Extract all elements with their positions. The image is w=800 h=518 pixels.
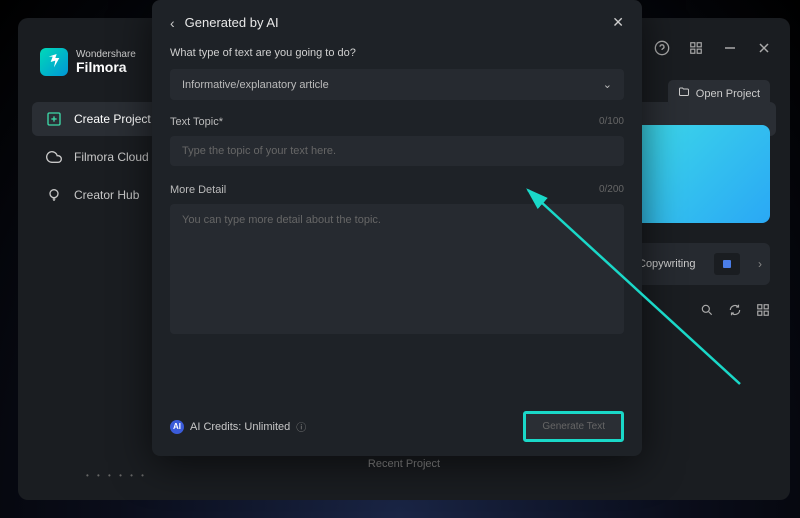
search-icon[interactable] — [700, 303, 714, 317]
ai-badge-icon: AI — [170, 420, 184, 434]
chevron-right-icon: › — [758, 257, 762, 271]
text-type-select[interactable]: Informative/explanatory article ⌄ — [170, 69, 624, 100]
grid-icon[interactable] — [688, 40, 704, 56]
back-icon[interactable]: ‹ — [170, 15, 175, 31]
close-icon[interactable]: ✕ — [612, 14, 624, 31]
select-value: Informative/explanatory article — [182, 79, 329, 91]
minimize-icon[interactable] — [722, 40, 738, 56]
grid-view-icon[interactable] — [756, 303, 770, 317]
chevron-down-icon: ⌄ — [603, 78, 612, 91]
bulb-icon — [46, 187, 62, 203]
close-window-icon[interactable] — [756, 40, 772, 56]
copywriting-card[interactable]: Copywriting › — [630, 243, 770, 285]
sidebar-item-label: Filmora Cloud — [74, 150, 149, 164]
folder-icon — [678, 86, 690, 101]
logo-icon — [40, 48, 68, 76]
open-project-label: Open Project — [696, 88, 760, 100]
credits-info: AI AI Credits: Unlimited ⓘ — [170, 419, 306, 434]
detail-count: 0/200 — [599, 184, 624, 196]
generate-label: Generate Text — [542, 421, 605, 432]
refresh-icon[interactable] — [728, 303, 742, 317]
topic-label: Text Topic* — [170, 116, 223, 128]
logo-product: Filmora — [76, 60, 136, 74]
detail-label: More Detail — [170, 184, 226, 196]
right-panel: Open Project Copywriting › — [630, 80, 770, 317]
question-label: What type of text are you going to do? — [170, 47, 624, 59]
topic-count: 0/100 — [599, 116, 624, 128]
sidebar-item-label: Create Project — [74, 112, 151, 126]
open-project-button[interactable]: Open Project — [668, 80, 770, 107]
ai-thumb-icon — [714, 253, 740, 275]
modal-title: Generated by AI — [185, 15, 279, 30]
detail-placeholder: You can type more detail about the topic… — [182, 214, 381, 226]
pagination-dots: • • • • • • — [86, 471, 147, 480]
titlebar — [620, 40, 772, 56]
ai-modal: ‹ Generated by AI ✕ What type of text ar… — [152, 0, 642, 456]
detail-textarea[interactable]: You can type more detail about the topic… — [170, 204, 624, 334]
help-icon[interactable] — [654, 40, 670, 56]
copywriting-label: Copywriting — [638, 258, 695, 270]
credits-label: AI Credits: Unlimited — [190, 421, 290, 433]
cloud-icon — [46, 149, 62, 165]
topic-input[interactable]: Type the topic of your text here. — [170, 136, 624, 166]
recent-project-label: Recent Project — [368, 458, 440, 470]
info-icon[interactable]: ⓘ — [296, 419, 306, 434]
preview-card[interactable] — [630, 125, 770, 223]
plus-square-icon — [46, 111, 62, 127]
generate-text-button[interactable]: Generate Text — [523, 411, 624, 442]
topic-placeholder: Type the topic of your text here. — [182, 145, 336, 157]
sidebar-item-label: Creator Hub — [74, 188, 139, 202]
